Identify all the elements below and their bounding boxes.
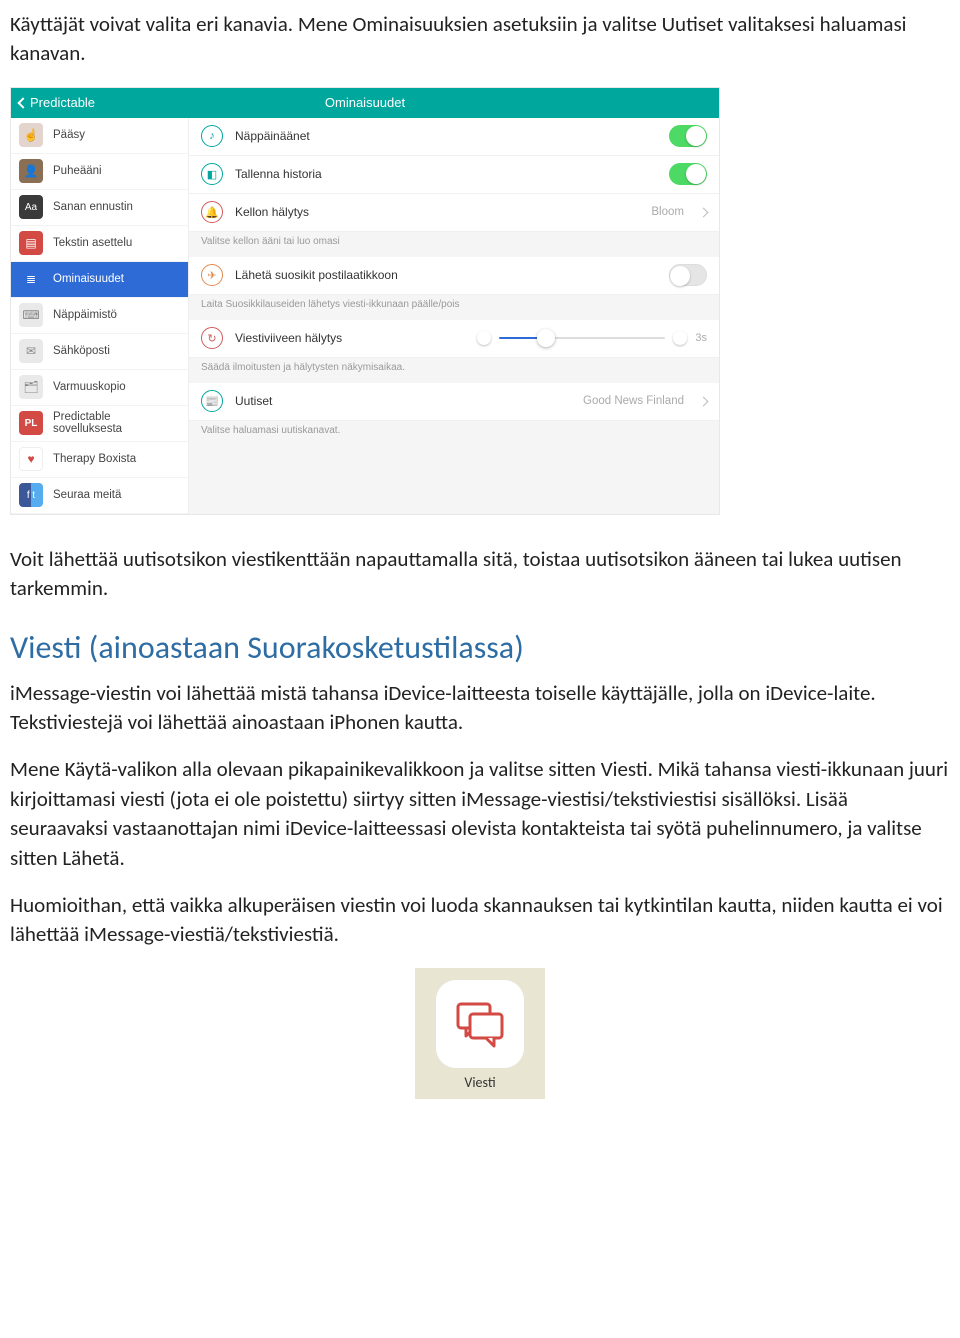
slider-max-icon	[673, 331, 687, 345]
chevron-right-icon	[699, 396, 709, 406]
slider-value: 3s	[695, 332, 707, 344]
keyboard-icon: ⌨	[19, 303, 43, 327]
row-viestiviive[interactable]: ↻ Viestiviiveen hälytys 3s	[189, 320, 719, 358]
sidebar-item-sahkoposti[interactable]: ✉ Sähköposti	[11, 334, 188, 370]
social-icon: f t	[19, 483, 43, 507]
sidebar-item-asettelu[interactable]: ▤ Tekstin asettelu	[11, 226, 188, 262]
row-label: Tallenna historia	[235, 167, 657, 181]
viesti-app-icon	[436, 980, 524, 1068]
sidebar-item-label: Ominaisuudet	[53, 273, 124, 285]
news-icon: 📰	[201, 390, 223, 412]
viesti-app-label: Viesti	[425, 1074, 535, 1091]
voice-icon: 👤	[19, 159, 43, 183]
sidebar-item-ominaisuudet[interactable]: ≣ Ominaisuudet	[11, 262, 188, 298]
sidebar-item-label: Therapy Boxista	[53, 453, 136, 465]
row-label: Näppäinäänet	[235, 129, 657, 143]
row-value: Bloom	[651, 206, 684, 218]
sidebar-item-paasy[interactable]: ☝ Pääsy	[11, 118, 188, 154]
sidebar-item-ennustin[interactable]: Aa Sanan ennustin	[11, 190, 188, 226]
paragraph-imessage: iMessage-viestin voi lähettää mistä taha…	[10, 679, 950, 738]
timer-icon: ↻	[201, 327, 223, 349]
toggle-suosikit[interactable]	[669, 264, 707, 286]
email-icon: ✉	[19, 339, 43, 363]
row-kellon-halytys[interactable]: 🔔 Kellon hälytys Bloom	[189, 194, 719, 232]
delay-slider[interactable]: 3s	[477, 331, 707, 345]
screenshot-header: Predictable Ominaisuudet	[11, 88, 719, 118]
prediction-icon: Aa	[19, 195, 43, 219]
backup-icon: 🗂	[19, 375, 43, 399]
paragraph-channels: Käyttäjät voivat valita eri kanavia. Men…	[10, 10, 950, 69]
row-suosikit-postilaatikkoon[interactable]: ✈ Lähetä suosikit postilaatikkoon	[189, 257, 719, 295]
row-caption: Säädä ilmoitusten ja hälytysten näkymisa…	[189, 358, 719, 383]
row-nappainaanet[interactable]: ♪ Näppäinäänet	[189, 118, 719, 156]
chat-bubbles-icon	[452, 996, 508, 1052]
row-caption: Valitse kellon ääni tai luo omasi	[189, 232, 719, 257]
toggle-historia[interactable]	[669, 163, 707, 185]
sidebar-item-label: Varmuuskopio	[53, 381, 126, 393]
settings-sidebar: ☝ Pääsy 👤 Puheääni Aa Sanan ennustin ▤ T…	[11, 118, 189, 514]
sidebar-item-label: Predictable sovelluksesta	[53, 411, 180, 435]
sidebar-item-label: Tekstin asettelu	[53, 237, 132, 249]
viesti-app-figure: Viesti	[415, 968, 545, 1099]
slider-min-icon	[477, 331, 491, 345]
row-label: Lähetä suosikit postilaatikkoon	[235, 268, 657, 282]
sidebar-item-therapybox[interactable]: ♥ Therapy Boxista	[11, 442, 188, 478]
sidebar-item-label: Puheääni	[53, 165, 102, 177]
chevron-right-icon	[699, 207, 709, 217]
sidebar-item-seuraa[interactable]: f t Seuraa meitä	[11, 478, 188, 514]
row-caption: Valitse haluamasi uutiskanavat.	[189, 421, 719, 446]
sidebar-item-label: Näppäimistö	[53, 309, 117, 321]
predictable-icon: PL	[19, 411, 43, 435]
sidebar-item-varmuuskopio[interactable]: 🗂 Varmuuskopio	[11, 370, 188, 406]
paragraph-instructions: Mene Käytä-valikon alla olevaan pikapain…	[10, 755, 950, 873]
sidebar-item-nappaimisto[interactable]: ⌨ Näppäimistö	[11, 298, 188, 334]
settings-screenshot: Predictable Ominaisuudet ☝ Pääsy 👤 Puheä…	[10, 87, 720, 515]
sidebar-item-puheaani[interactable]: 👤 Puheääni	[11, 154, 188, 190]
access-icon: ☝	[19, 123, 43, 147]
shield-icon: ◧	[201, 163, 223, 185]
slider-track[interactable]	[499, 337, 665, 339]
toggle-nappainaanet[interactable]	[669, 125, 707, 147]
row-value: Good News Finland	[583, 395, 684, 407]
sidebar-item-label: Sähköposti	[53, 345, 110, 357]
row-label: Kellon hälytys	[235, 205, 639, 219]
screenshot-body: ☝ Pääsy 👤 Puheääni Aa Sanan ennustin ▤ T…	[11, 118, 719, 514]
note-icon: ♪	[201, 125, 223, 147]
screenshot-title: Ominaisuudet	[11, 95, 719, 110]
slider-thumb[interactable]	[537, 329, 555, 347]
row-label: Viestiviiveen hälytys	[235, 331, 465, 345]
row-caption: Laita Suosikkilauseiden lähetys viesti-i…	[189, 295, 719, 320]
layout-icon: ▤	[19, 231, 43, 255]
send-icon: ✈	[201, 264, 223, 286]
row-tallenna-historia[interactable]: ◧ Tallenna historia	[189, 156, 719, 194]
heading-viesti: Viesti (ainoastaan Suorakosketustilassa)	[10, 628, 950, 667]
paragraph-note: Huomioithan, että vaikka alkuperäisen vi…	[10, 891, 950, 950]
therapybox-icon: ♥	[19, 447, 43, 471]
sidebar-item-label: Sanan ennustin	[53, 201, 133, 213]
sidebar-item-about-predictable[interactable]: PL Predictable sovelluksesta	[11, 406, 188, 442]
bell-icon: 🔔	[201, 201, 223, 223]
sidebar-item-label: Pääsy	[53, 129, 85, 141]
sidebar-item-label: Seuraa meitä	[53, 489, 121, 501]
paragraph-send-headline: Voit lähettää uutisotsikon viestikenttää…	[10, 545, 950, 604]
settings-main: ♪ Näppäinäänet ◧ Tallenna historia 🔔 Kel…	[189, 118, 719, 514]
row-uutiset[interactable]: 📰 Uutiset Good News Finland	[189, 383, 719, 421]
features-icon: ≣	[19, 267, 43, 291]
row-label: Uutiset	[235, 394, 571, 408]
